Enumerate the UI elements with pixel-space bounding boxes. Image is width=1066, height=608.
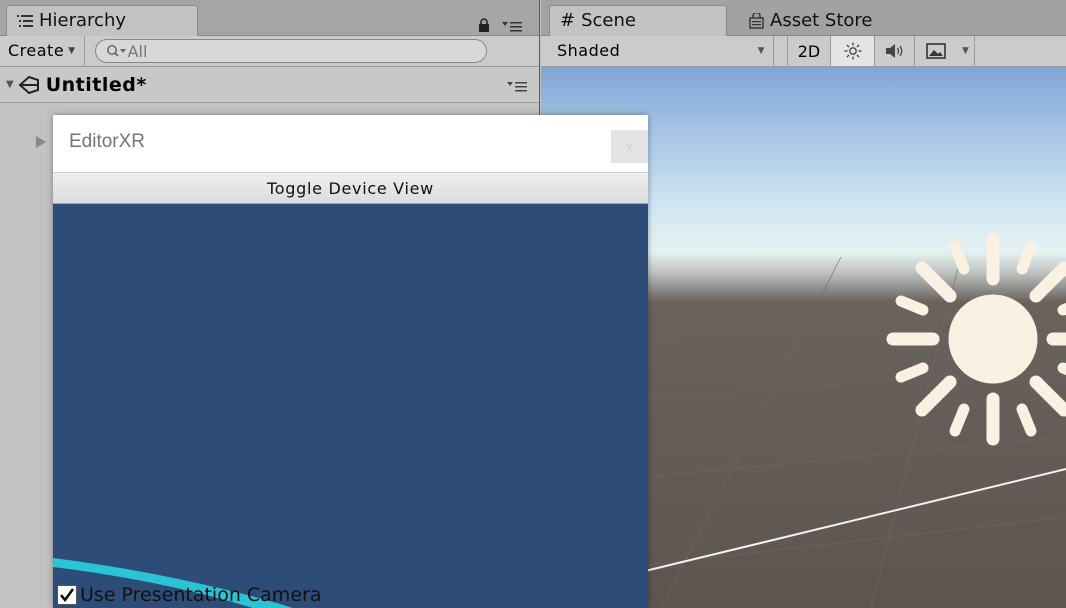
search-placeholder: All [127,41,148,61]
scene-name: Untitled* [45,73,147,96]
close-icon: x [625,139,634,154]
checkmark-icon [59,588,75,603]
create-label: Create [8,41,65,60]
dropdown-arrow-icon: ▼ [962,46,969,56]
sun-gizmo-icon[interactable] [886,232,1066,446]
collapsed-arrow-icon[interactable] [35,135,47,149]
lighting-toggle-button[interactable] [831,36,875,66]
speaker-icon [885,43,905,59]
audio-toggle-button[interactable] [875,36,915,66]
checkbox[interactable] [57,585,77,605]
image-icon [926,43,946,59]
scene-toolbar: Shaded ▼ 2D ▼ [541,36,1066,67]
tab-scene-label: Scene [581,10,636,31]
toggle-device-view-button[interactable]: Toggle Device View [53,172,648,204]
shading-mode-dropdown[interactable]: Shaded ▼ [541,36,774,66]
search-icon [106,44,128,58]
panel-menu-icon[interactable] [502,20,522,32]
expand-arrow-icon[interactable]: ▼ [6,79,14,90]
shopping-bag-icon [749,12,764,29]
unity-scene-icon [18,75,40,95]
editorxr-title: EditorXR [69,131,146,152]
hierarchy-list-icon [17,14,33,28]
hierarchy-search-input[interactable]: All [94,39,487,63]
editorxr-title-bar[interactable]: EditorXR x [53,115,648,172]
toggle-2d-label: 2D [797,41,821,61]
create-dropdown-button[interactable]: Create ▼ [0,36,85,66]
axis-line [640,468,1066,573]
scene-menu-icon[interactable] [507,80,527,92]
use-presentation-camera-label: Use Presentation Camera [80,584,322,606]
scene-tab-bar: # Scene Asset Store [541,0,1066,36]
tab-hierarchy[interactable]: Hierarchy [6,5,198,36]
toggle-device-view-label: Toggle Device View [267,179,434,198]
tab-hierarchy-label: Hierarchy [39,10,127,31]
scene-grid-icon: # [560,10,576,31]
dropdown-arrow-icon: ▼ [757,46,765,56]
light-icon [844,42,862,60]
dropdown-arrow-icon: ▼ [68,46,76,56]
editorxr-window: EditorXR x Toggle Device View Use Presen… [53,115,648,608]
hierarchy-toolbar: Create ▼ All [0,36,539,67]
effects-dropdown-button[interactable] [915,36,957,66]
tab-scene[interactable]: # Scene [549,5,727,36]
tab-asset-store-label: Asset Store [770,9,873,31]
lock-icon[interactable] [478,18,490,32]
toggle-2d-button[interactable]: 2D [787,36,831,66]
tab-asset-store[interactable]: Asset Store [737,5,917,36]
shading-mode-label: Shaded [557,41,621,60]
scene-root-row[interactable]: ▼ Untitled* [0,67,539,103]
effects-dropdown-arrow[interactable]: ▼ [957,36,975,66]
close-button[interactable]: x [611,130,648,163]
use-presentation-camera-toggle[interactable]: Use Presentation Camera [57,584,321,606]
hierarchy-tab-bar: Hierarchy [0,0,539,36]
